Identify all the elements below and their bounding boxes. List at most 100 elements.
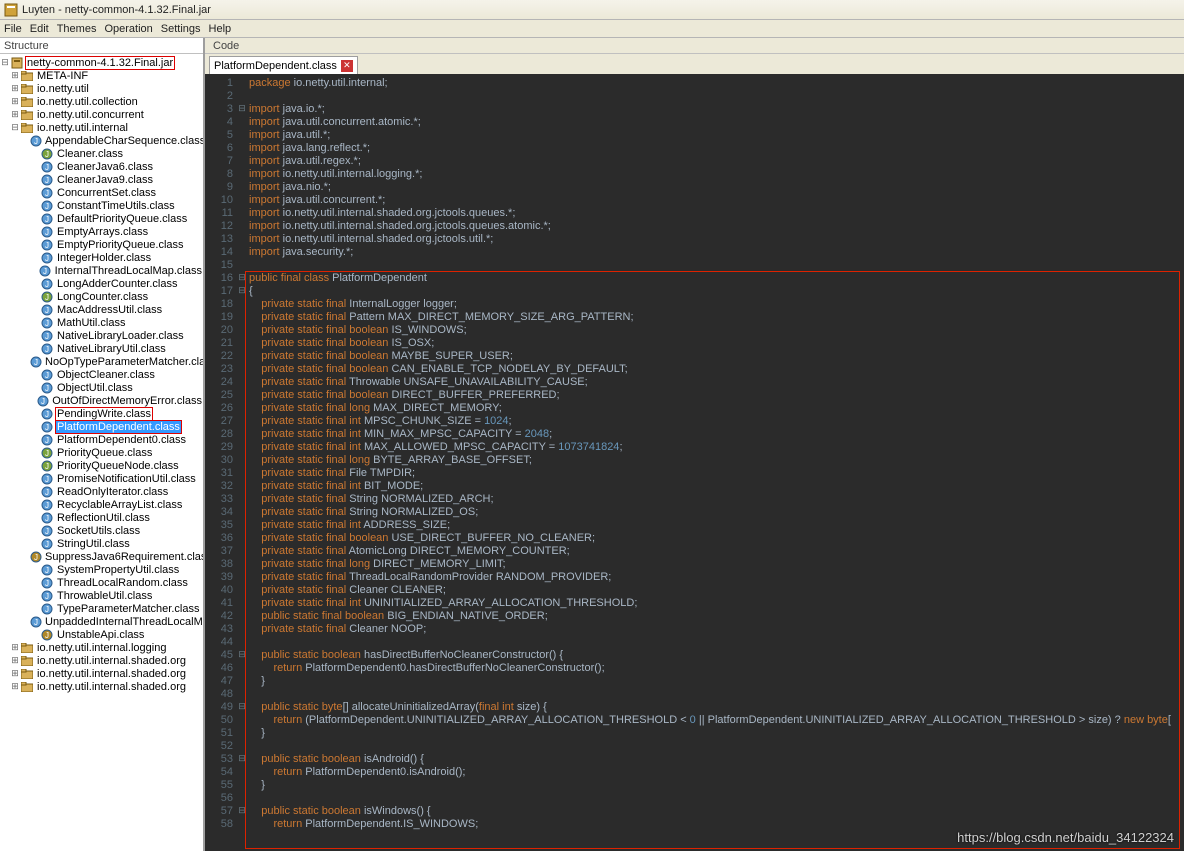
tree-class[interactable]: JNativeLibraryLoader.class	[0, 329, 203, 342]
code-line[interactable]: 33 private static final String NORMALIZE…	[205, 492, 1184, 505]
tree-twisty[interactable]: ⊞	[10, 83, 20, 94]
code-line[interactable]: 10import java.util.concurrent.*;	[205, 193, 1184, 206]
tree-class[interactable]: JRecyclableArrayList.class	[0, 498, 203, 511]
code-line[interactable]: 56	[205, 791, 1184, 804]
code-line[interactable]: 53⊟ public static boolean isAndroid() {	[205, 752, 1184, 765]
tree-twisty[interactable]: ⊞	[10, 109, 20, 120]
tree-twisty[interactable]: ⊞	[10, 642, 20, 653]
menu-item-help[interactable]: Help	[209, 23, 232, 35]
tree-class[interactable]: JPlatformDependent.class	[0, 420, 203, 433]
code-line[interactable]: 42 public static final boolean BIG_ENDIA…	[205, 609, 1184, 622]
fold-icon[interactable]: ⊟	[237, 805, 247, 816]
code-line[interactable]: 24 private static final Throwable UNSAFE…	[205, 375, 1184, 388]
tree-twisty[interactable]: ⊞	[10, 668, 20, 679]
tree-class[interactable]: JConcurrentSet.class	[0, 186, 203, 199]
tree-class[interactable]: JSystemPropertyUtil.class	[0, 563, 203, 576]
code-line[interactable]: 14import java.security.*;	[205, 245, 1184, 258]
tree-package[interactable]: ⊞io.netty.util.internal.shaded.org	[0, 680, 203, 693]
tree-class[interactable]: JEmptyPriorityQueue.class	[0, 238, 203, 251]
code-line[interactable]: 19 private static final Pattern MAX_DIRE…	[205, 310, 1184, 323]
code-line[interactable]: 52	[205, 739, 1184, 752]
tree-class[interactable]: JThrowableUtil.class	[0, 589, 203, 602]
code-line[interactable]: 17⊟{	[205, 284, 1184, 297]
fold-icon[interactable]: ⊟	[237, 649, 247, 660]
tree-package[interactable]: ⊞io.netty.util	[0, 82, 203, 95]
tree-class[interactable]: JConstantTimeUtils.class	[0, 199, 203, 212]
tree-class[interactable]: JNativeLibraryUtil.class	[0, 342, 203, 355]
code-line[interactable]: 13import io.netty.util.internal.shaded.o…	[205, 232, 1184, 245]
tree-class[interactable]: JUnpaddedInternalThreadLocalMap.class	[0, 615, 203, 628]
tree-class[interactable]: JCleanerJava9.class	[0, 173, 203, 186]
code-line[interactable]: 31 private static final File TMPDIR;	[205, 466, 1184, 479]
tree-class[interactable]: JLongCounter.class	[0, 290, 203, 303]
menu-item-themes[interactable]: Themes	[57, 23, 97, 35]
tree-root-jar[interactable]: ⊟netty-common-4.1.32.Final.jar	[0, 56, 203, 69]
menu-item-edit[interactable]: Edit	[30, 23, 49, 35]
tree-class[interactable]: JThreadLocalRandom.class	[0, 576, 203, 589]
code-line[interactable]: 40 private static final Cleaner CLEANER;	[205, 583, 1184, 596]
tree-twisty[interactable]: ⊞	[10, 655, 20, 666]
code-line[interactable]: 6import java.lang.reflect.*;	[205, 141, 1184, 154]
fold-icon[interactable]: ⊟	[237, 103, 247, 114]
code-line[interactable]: 37 private static final AtomicLong DIREC…	[205, 544, 1184, 557]
code-line[interactable]: 22 private static final boolean MAYBE_SU…	[205, 349, 1184, 362]
tree-class[interactable]: JPendingWrite.class	[0, 407, 203, 420]
tree-class[interactable]: JDefaultPriorityQueue.class	[0, 212, 203, 225]
code-line[interactable]: 38 private static final long DIRECT_MEMO…	[205, 557, 1184, 570]
tree-package[interactable]: ⊞META-INF	[0, 69, 203, 82]
fold-icon[interactable]: ⊟	[237, 701, 247, 712]
code-line[interactable]: 34 private static final String NORMALIZE…	[205, 505, 1184, 518]
tree-package[interactable]: ⊞io.netty.util.internal.shaded.org	[0, 667, 203, 680]
menu-item-operation[interactable]: Operation	[104, 23, 152, 35]
tree-twisty[interactable]: ⊟	[0, 57, 10, 68]
code-line[interactable]: 57⊟ public static boolean isWindows() {	[205, 804, 1184, 817]
tree-class[interactable]: JCleanerJava6.class	[0, 160, 203, 173]
code-line[interactable]: 8import io.netty.util.internal.logging.*…	[205, 167, 1184, 180]
tree-class[interactable]: JStringUtil.class	[0, 537, 203, 550]
structure-tree[interactable]: ⊟netty-common-4.1.32.Final.jar⊞META-INF⊞…	[0, 54, 203, 851]
code-line[interactable]: 26 private static final long MAX_DIRECT_…	[205, 401, 1184, 414]
code-line[interactable]: 11import io.netty.util.internal.shaded.o…	[205, 206, 1184, 219]
tree-package[interactable]: ⊞io.netty.util.concurrent	[0, 108, 203, 121]
close-icon[interactable]: ✕	[341, 60, 353, 72]
code-line[interactable]: 5import java.util.*;	[205, 128, 1184, 141]
code-line[interactable]: 1package io.netty.util.internal;	[205, 76, 1184, 89]
editor-tab[interactable]: PlatformDependent.class ✕	[209, 56, 358, 74]
code-line[interactable]: 32 private static final int BIT_MODE;	[205, 479, 1184, 492]
tree-class[interactable]: JObjectCleaner.class	[0, 368, 203, 381]
code-line[interactable]: 12import io.netty.util.internal.shaded.o…	[205, 219, 1184, 232]
tree-class[interactable]: JReflectionUtil.class	[0, 511, 203, 524]
code-line[interactable]: 45⊟ public static boolean hasDirectBuffe…	[205, 648, 1184, 661]
code-area[interactable]: 1package io.netty.util.internal;23⊟impor…	[205, 74, 1184, 851]
code-line[interactable]: 58 return PlatformDependent.IS_WINDOWS;	[205, 817, 1184, 830]
code-line[interactable]: 3⊟import java.io.*;	[205, 102, 1184, 115]
tree-class[interactable]: JPlatformDependent0.class	[0, 433, 203, 446]
tree-twisty[interactable]: ⊞	[10, 70, 20, 81]
code-line[interactable]: 28 private static final int MIN_MAX_MPSC…	[205, 427, 1184, 440]
code-line[interactable]: 25 private static final boolean DIRECT_B…	[205, 388, 1184, 401]
code-line[interactable]: 20 private static final boolean IS_WINDO…	[205, 323, 1184, 336]
code-line[interactable]: 30 private static final long BYTE_ARRAY_…	[205, 453, 1184, 466]
code-line[interactable]: 35 private static final int ADDRESS_SIZE…	[205, 518, 1184, 531]
code-line[interactable]: 54 return PlatformDependent0.isAndroid()…	[205, 765, 1184, 778]
tree-class[interactable]: JCleaner.class	[0, 147, 203, 160]
code-line[interactable]: 9import java.nio.*;	[205, 180, 1184, 193]
tree-class[interactable]: JEmptyArrays.class	[0, 225, 203, 238]
tree-class[interactable]: JOutOfDirectMemoryError.class	[0, 394, 203, 407]
code-line[interactable]: 55 }	[205, 778, 1184, 791]
fold-icon[interactable]: ⊟	[237, 285, 247, 296]
code-line[interactable]: 16⊟public final class PlatformDependent	[205, 271, 1184, 284]
tree-class[interactable]: JNoOpTypeParameterMatcher.class	[0, 355, 203, 368]
code-line[interactable]: 15	[205, 258, 1184, 271]
tree-class[interactable]: JPriorityQueue.class	[0, 446, 203, 459]
code-line[interactable]: 46 return PlatformDependent0.hasDirectBu…	[205, 661, 1184, 674]
tree-twisty[interactable]: ⊟	[10, 122, 20, 133]
tree-class[interactable]: JSocketUtils.class	[0, 524, 203, 537]
tree-class[interactable]: JMacAddressUtil.class	[0, 303, 203, 316]
menu-bar[interactable]: FileEditThemesOperationSettingsHelp	[0, 20, 1184, 38]
code-line[interactable]: 47 }	[205, 674, 1184, 687]
tree-package[interactable]: ⊞io.netty.util.collection	[0, 95, 203, 108]
code-line[interactable]: 36 private static final boolean USE_DIRE…	[205, 531, 1184, 544]
fold-icon[interactable]: ⊟	[237, 272, 247, 283]
code-line[interactable]: 27 private static final int MPSC_CHUNK_S…	[205, 414, 1184, 427]
